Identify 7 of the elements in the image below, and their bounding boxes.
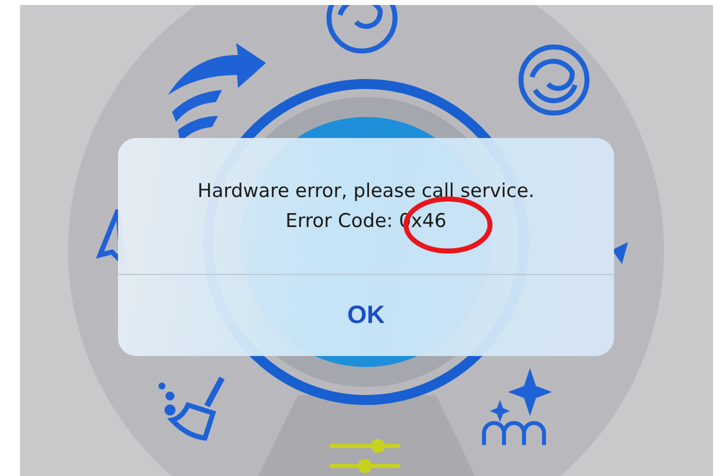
swirl-icon[interactable] xyxy=(326,5,398,54)
sparkle-icon[interactable] xyxy=(482,368,552,447)
swirl-icon[interactable] xyxy=(518,44,590,116)
ok-button[interactable]: OK xyxy=(118,275,614,356)
sliders-icon[interactable] xyxy=(328,439,402,473)
broom-icon[interactable] xyxy=(158,376,225,440)
error-message: Hardware error, please call service. xyxy=(198,180,534,202)
